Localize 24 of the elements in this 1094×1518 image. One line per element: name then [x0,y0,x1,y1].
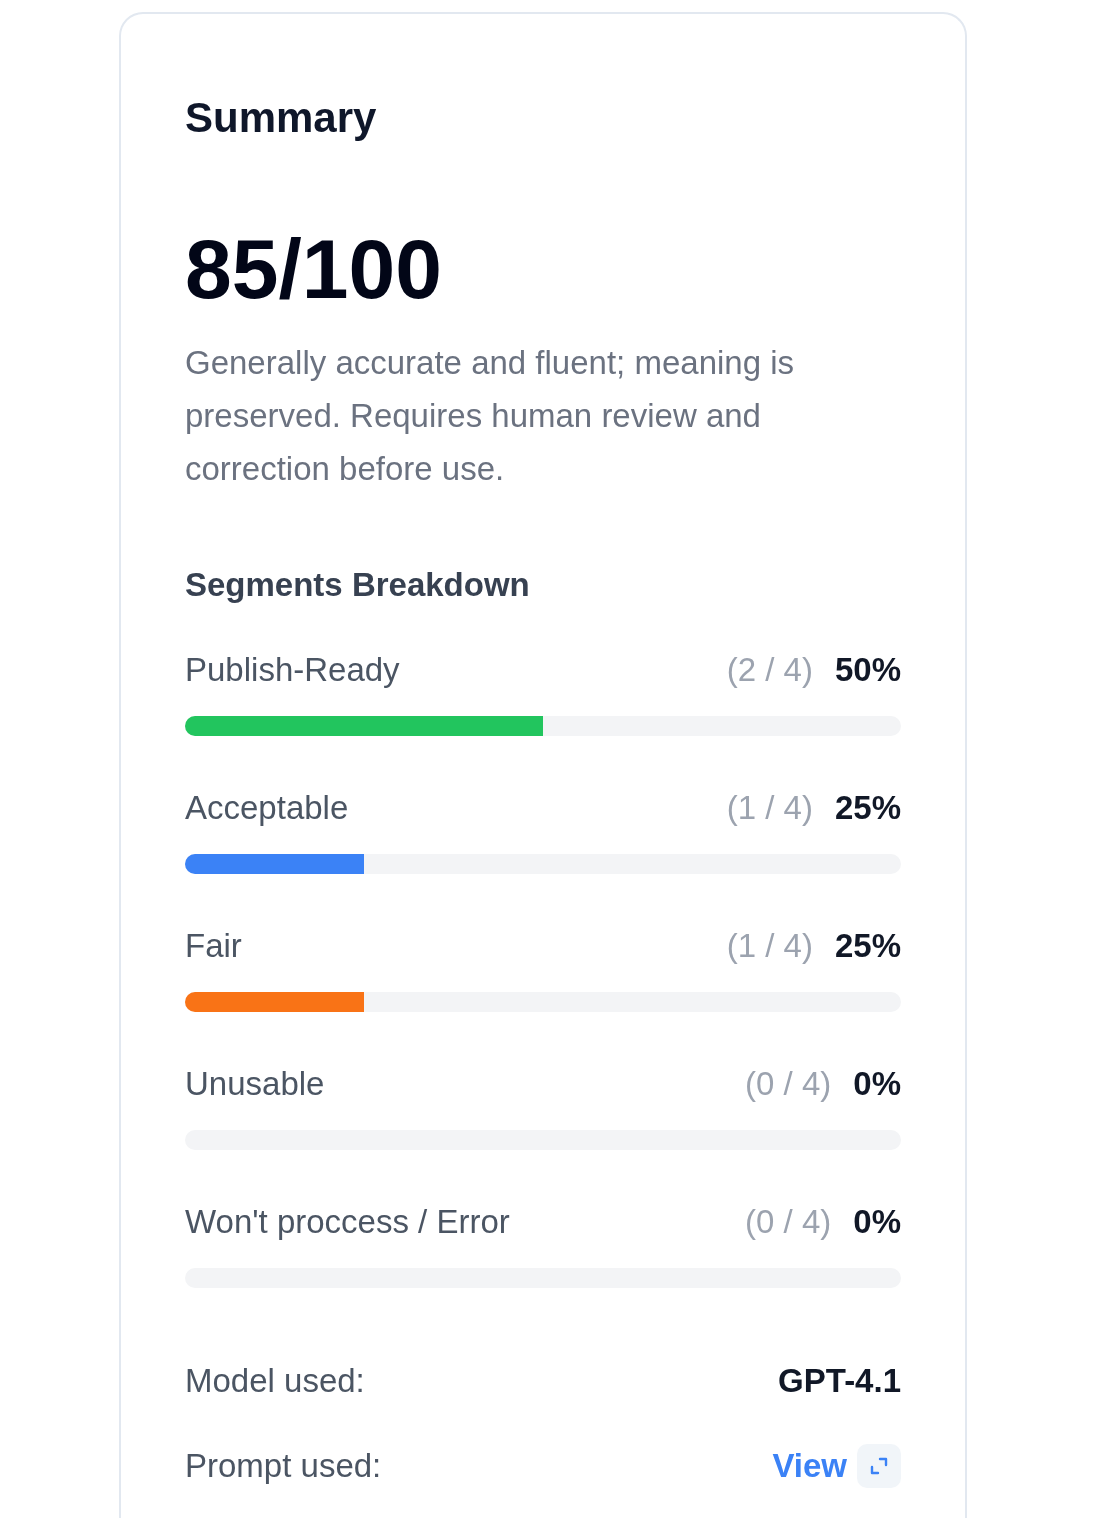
segment-count: (2 / 4) [726,650,813,691]
score-value: 85/100 [185,227,442,311]
segment-percent: 50% [834,650,901,691]
segment-percent: 0% [853,1064,901,1105]
detail-value: GPT-4.1 [778,1361,901,1402]
segment-label: Won't proccess / Error [185,1202,510,1243]
segment-label: Unusable [185,1064,325,1105]
segment-count: (1 / 4) [726,788,813,829]
card-title: Summary [185,94,377,142]
view-link[interactable]: View [772,1441,847,1491]
section-title: Segments Breakdown [185,565,530,605]
detail-label: Prompt used: [185,1446,382,1487]
segment-count: (0 / 4) [745,1202,832,1243]
detail-label: Model used: [185,1361,365,1402]
segment-label: Acceptable [185,788,349,829]
segment-count: (1 / 4) [726,926,813,967]
segment-count: (0 / 4) [745,1064,832,1105]
segment-label: Fair [185,926,242,967]
segment-percent: 0% [853,1202,901,1243]
segment-percent: 25% [834,788,901,829]
expand-icon[interactable] [857,1444,901,1488]
summary-description: Generally accurate and fluent; meaning is preserved. Requires human review and correction before use. [185,343,796,489]
segment-label: Publish-Ready [185,650,400,691]
segment-percent: 25% [834,926,901,967]
